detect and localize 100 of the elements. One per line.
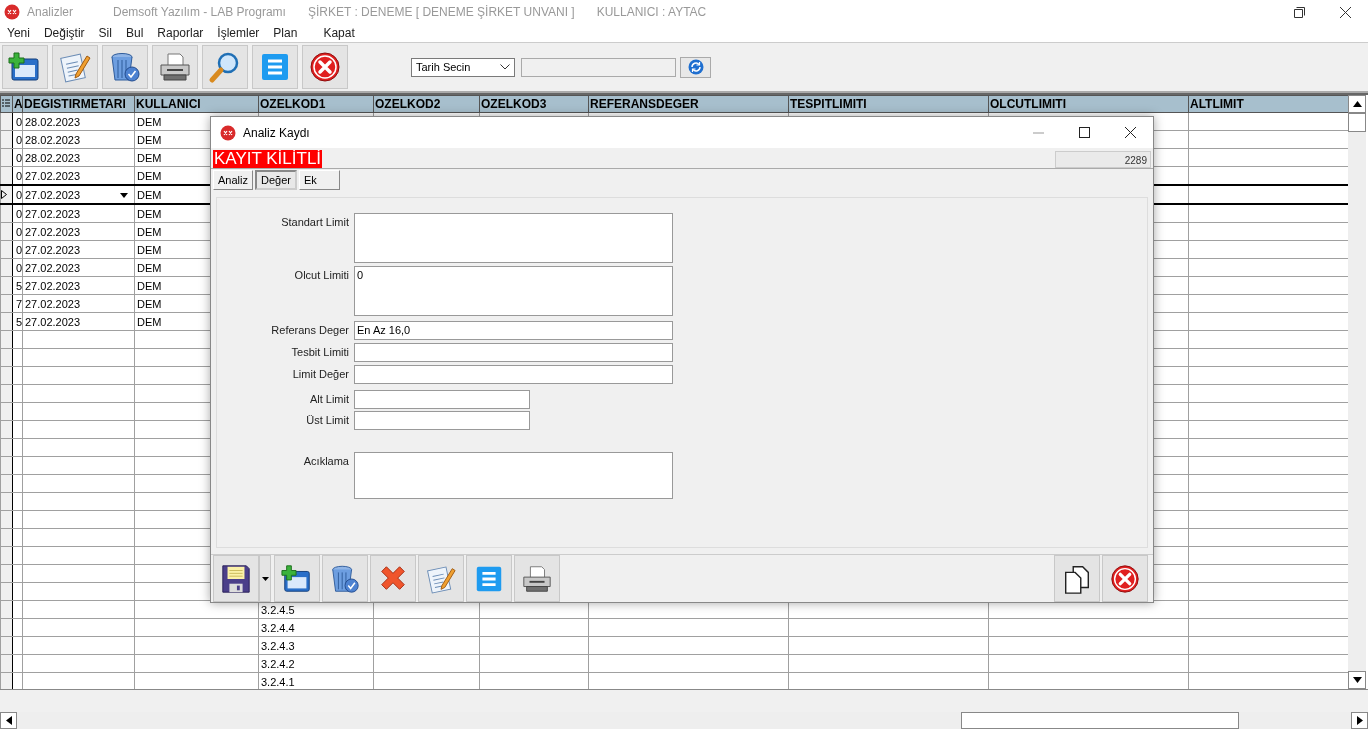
menu-item[interactable]: Plan bbox=[273, 26, 298, 40]
table-cell: 28.02.2023 bbox=[22, 112, 135, 131]
table-cell: 28.02.2023 bbox=[22, 130, 135, 149]
toolbar-button[interactable] bbox=[514, 555, 560, 602]
toolbar-button[interactable] bbox=[302, 45, 348, 89]
menu-item[interactable]: İşlemler bbox=[217, 26, 260, 40]
table-cell: 27.02.2023 bbox=[22, 204, 135, 223]
table-cell: 0 bbox=[12, 258, 23, 277]
scroll-thumb[interactable] bbox=[1348, 113, 1366, 132]
table-cell: 0 bbox=[12, 240, 23, 259]
column-header[interactable]: TESPITLIMITI bbox=[788, 95, 989, 113]
toolbar-button[interactable] bbox=[1102, 555, 1148, 602]
maximize-icon bbox=[1078, 127, 1090, 138]
printer-icon bbox=[158, 50, 192, 84]
column-header[interactable]: OZELKOD1 bbox=[258, 95, 374, 113]
menu-item[interactable]: Sil bbox=[98, 26, 112, 40]
text-field[interactable] bbox=[521, 57, 676, 77]
table-cell: 5 bbox=[12, 312, 23, 331]
table-cell: 27.02.2023 bbox=[22, 222, 135, 241]
table-cell: 27.02.2023 bbox=[22, 240, 135, 259]
close-icon bbox=[308, 50, 342, 84]
toolbar-button[interactable] bbox=[152, 45, 198, 89]
horizontal-scrollbar[interactable] bbox=[0, 712, 1368, 729]
title-info: KULLANICI : AYTAC bbox=[596, 5, 707, 19]
column-header[interactable]: A bbox=[12, 95, 23, 113]
table-cell: 5 bbox=[12, 276, 23, 295]
field-label: Alt Limit bbox=[308, 392, 350, 407]
scroll-left-icon[interactable] bbox=[0, 712, 17, 729]
table-cell: 27.02.2023 bbox=[22, 185, 135, 204]
lock-banner: KAYIT KİLİTLİ bbox=[213, 150, 323, 168]
column-header[interactable]: OZELKOD3 bbox=[479, 95, 589, 113]
column-chooser-icon[interactable] bbox=[2, 99, 10, 108]
table-cell: 27.02.2023 bbox=[22, 166, 135, 185]
menu-item[interactable]: Yeni bbox=[7, 26, 30, 40]
field-label: Acıklama bbox=[302, 454, 350, 469]
tab[interactable]: Ek bbox=[298, 170, 340, 190]
input-field[interactable]: En Az 16,0 bbox=[354, 321, 673, 340]
title-info: ŞİRKET : DENEME [ DENEME ŞİRKET UNVANI ] bbox=[307, 5, 575, 19]
app-logo-icon bbox=[220, 124, 236, 141]
chevron-icon bbox=[500, 64, 510, 70]
record-number-field: 2289 bbox=[1055, 151, 1151, 168]
table-cell: 0 bbox=[12, 222, 23, 241]
table-cell: 27.02.2023 bbox=[22, 312, 135, 331]
tab[interactable]: Analiz bbox=[213, 170, 253, 190]
column-header[interactable]: OZELKOD2 bbox=[373, 95, 480, 113]
menu-item[interactable]: Bul bbox=[125, 26, 144, 40]
row-indicator[interactable] bbox=[0, 185, 13, 204]
vertical-scrollbar[interactable] bbox=[1348, 95, 1366, 689]
scroll-thumb[interactable] bbox=[961, 712, 1239, 729]
menu-item[interactable]: Kapat bbox=[323, 26, 355, 40]
app-logo-icon bbox=[4, 4, 20, 20]
field-label: Limit Değer bbox=[291, 367, 350, 382]
menu-item[interactable]: Değiştir bbox=[43, 26, 85, 40]
column-header[interactable]: REFERANSDEGER bbox=[588, 95, 789, 113]
input-field[interactable] bbox=[354, 213, 673, 263]
table-cell: 7 bbox=[12, 294, 23, 313]
tab[interactable]: Değer bbox=[254, 170, 297, 190]
column-header[interactable]: KULLANICI bbox=[134, 95, 259, 113]
date-dropdown[interactable]: Tarih Secin bbox=[411, 57, 515, 77]
input-field[interactable] bbox=[354, 365, 673, 384]
table-cell: 27.02.2023 bbox=[22, 258, 135, 277]
field-label: Üst Limit bbox=[305, 413, 350, 428]
table-cell: 0 bbox=[12, 185, 23, 204]
table-cell: 28.02.2023 bbox=[22, 148, 135, 167]
column-header[interactable]: OLCUTLIMITI bbox=[988, 95, 1189, 113]
dropdown-button[interactable] bbox=[259, 555, 271, 602]
input-field[interactable] bbox=[354, 452, 673, 499]
field-label: Standart Limit bbox=[280, 215, 350, 230]
window-title: Analizler bbox=[27, 5, 75, 19]
input-field[interactable] bbox=[354, 343, 673, 362]
caret-icon bbox=[261, 576, 269, 581]
field-label: Tesbit Limiti bbox=[290, 345, 350, 360]
title-info: Demsoft Yazılım - LAB Programı bbox=[113, 5, 286, 19]
table-cell: 0 bbox=[12, 148, 23, 167]
window-plus-icon bbox=[281, 562, 313, 595]
table-cell: 0 bbox=[12, 112, 23, 131]
menu-item[interactable]: Raporlar bbox=[157, 26, 204, 40]
close-icon bbox=[1124, 127, 1136, 138]
scroll-right-icon[interactable] bbox=[1351, 712, 1368, 729]
scroll-down-icon[interactable] bbox=[1348, 671, 1366, 689]
notepad-pencil-icon bbox=[58, 50, 92, 84]
table-cell: 3.2.4.3 bbox=[258, 636, 374, 655]
scroll-up-icon[interactable] bbox=[1348, 95, 1366, 113]
input-field[interactable] bbox=[354, 411, 530, 430]
refresh-button[interactable] bbox=[680, 56, 711, 78]
input-field[interactable] bbox=[354, 390, 530, 409]
close-icon bbox=[1339, 6, 1351, 18]
window-plus-icon bbox=[8, 50, 42, 84]
field-label: Referans Deger bbox=[270, 323, 350, 338]
input-field[interactable]: 0 bbox=[354, 266, 673, 316]
toolbar-button[interactable] bbox=[213, 555, 259, 602]
table-cell: 27.02.2023 bbox=[22, 276, 135, 295]
table-cell: 3.2.4.2 bbox=[258, 654, 374, 673]
toolbar-button[interactable] bbox=[1054, 555, 1100, 602]
column-header[interactable]: ALTLIMIT bbox=[1188, 95, 1348, 113]
dropdown-arrow-icon[interactable] bbox=[120, 193, 128, 198]
table-cell: 27.02.2023 bbox=[22, 294, 135, 313]
minimize-icon bbox=[1032, 131, 1044, 134]
column-header[interactable]: DEGISTIRMETARI bbox=[22, 95, 135, 113]
trash-can-icon bbox=[108, 50, 142, 84]
